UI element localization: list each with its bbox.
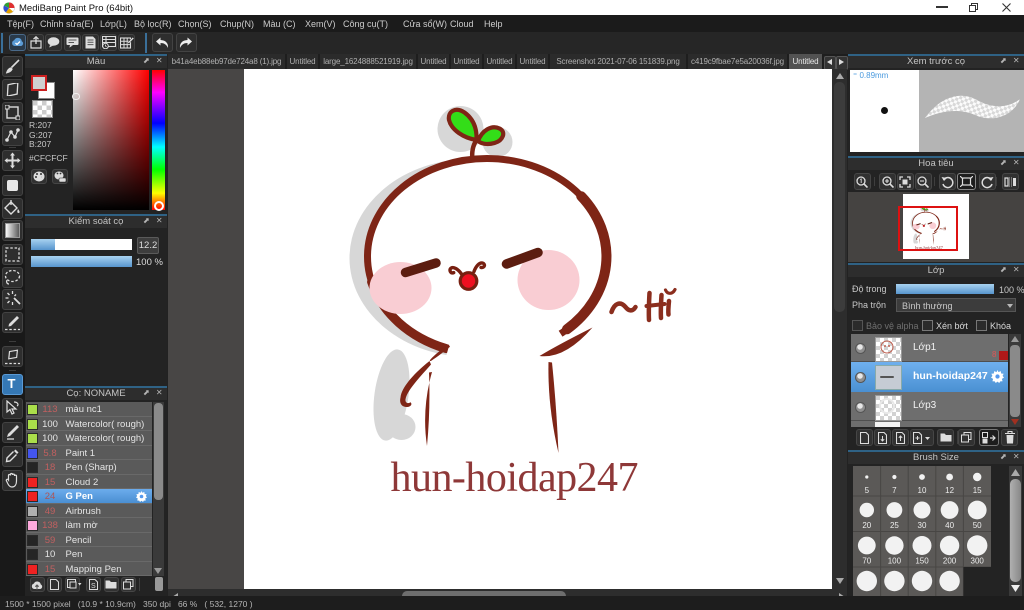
svg-text:hun-hoidap247: hun-hoidap247 (390, 455, 638, 501)
svg-text:70: 70 (862, 557, 871, 566)
svg-text:150: 150 (915, 557, 929, 566)
svg-text:200: 200 (943, 557, 957, 566)
svg-text:20: 20 (862, 521, 871, 530)
svg-text:300: 300 (971, 557, 985, 566)
svg-text:40: 40 (945, 521, 954, 530)
svg-text:7: 7 (892, 486, 897, 495)
svg-text:50: 50 (973, 521, 982, 530)
svg-text:12: 12 (945, 486, 954, 495)
svg-text:10: 10 (918, 486, 927, 495)
svg-text:5: 5 (865, 486, 870, 495)
svg-text:100: 100 (888, 557, 902, 566)
svg-text:25: 25 (890, 521, 899, 530)
svg-text:S: S (91, 583, 96, 590)
svg-text:15: 15 (973, 486, 982, 495)
svg-text:30: 30 (918, 521, 927, 530)
